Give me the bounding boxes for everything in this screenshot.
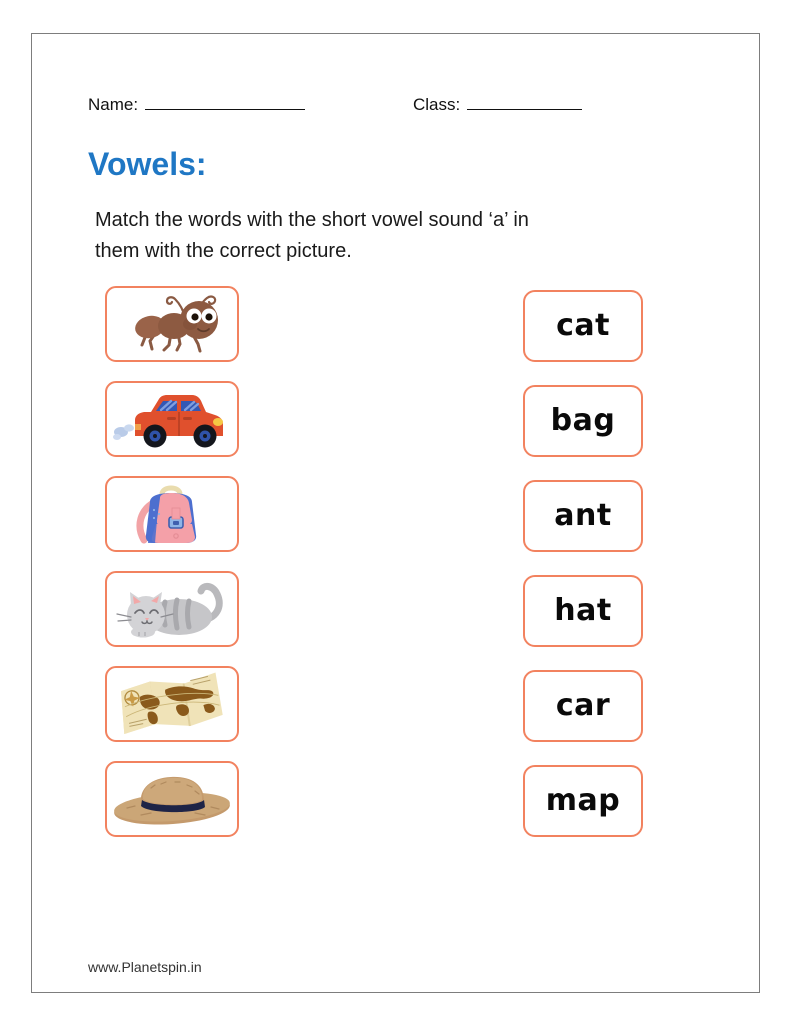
word-box-cat[interactable]: cat [523,290,643,362]
class-field[interactable]: Class: [413,95,583,115]
word-label: hat [554,593,612,628]
word-box-ant[interactable]: ant [523,480,643,552]
name-label: Name: [88,95,139,114]
picture-box-ant[interactable] [105,286,239,362]
picture-box-car[interactable] [105,381,239,457]
header-fields: Name: Class: [88,95,688,123]
word-label: map [545,783,621,818]
name-input-line[interactable] [145,95,306,110]
word-column: cat bag ant hat car map [523,290,643,860]
word-label: cat [556,308,610,343]
picture-box-bag[interactable] [105,476,239,552]
picture-box-map[interactable] [105,666,239,742]
word-label: bag [550,403,616,438]
picture-box-cat[interactable] [105,571,239,647]
instructions-line-2: them with the correct picture. [95,240,352,262]
instructions-line-1: Match the words with the short vowel sou… [95,209,529,231]
ant-icon [135,295,218,353]
name-field[interactable]: Name: [88,95,306,115]
instructions: Match the words with the short vowel sou… [95,205,655,267]
footer-url: www.Planetspin.in [88,959,202,975]
word-box-map[interactable]: map [523,765,643,837]
word-box-bag[interactable]: bag [523,385,643,457]
backpack-icon [136,485,197,544]
picture-column [105,286,241,856]
worksheet-page: Name: Class: Vowels: Match the words wit… [0,0,791,1024]
class-label: Class: [413,95,461,114]
cat-icon [116,583,223,638]
word-box-hat[interactable]: hat [523,575,643,647]
class-input-line[interactable] [467,95,583,110]
word-box-car[interactable]: car [523,670,643,742]
page-title: Vowels: [88,146,207,182]
word-label: car [555,688,611,723]
car-icon [113,395,223,448]
map-icon [121,672,223,735]
word-label: ant [554,498,612,533]
hat-icon [114,776,230,825]
picture-box-hat[interactable] [105,761,239,837]
